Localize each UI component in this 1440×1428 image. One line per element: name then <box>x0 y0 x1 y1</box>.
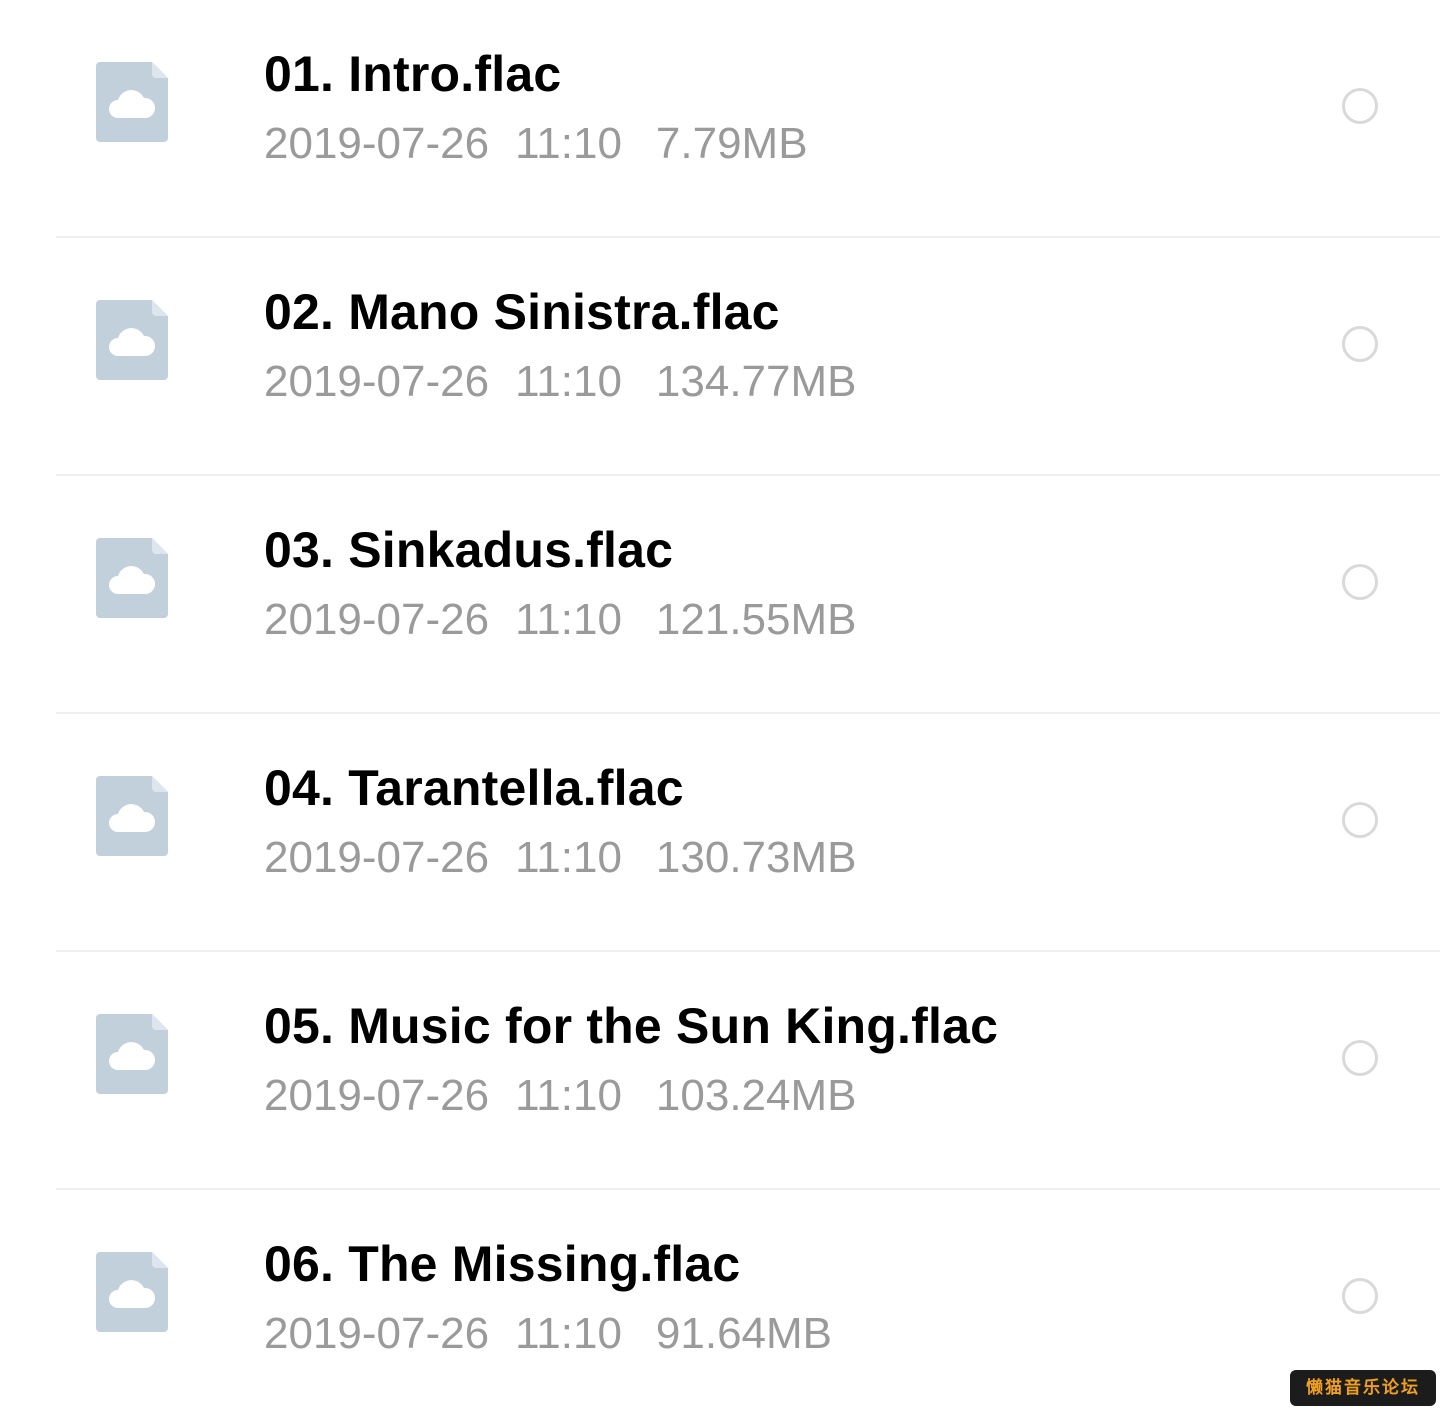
file-time: 11:10 <box>515 357 622 406</box>
file-name: 02. Mano Sinistra.flac <box>264 284 780 340</box>
file-size: 7.79MB <box>655 119 808 168</box>
file-row[interactable]: 04. Tarantella.flac 2019-07-26 11:10 130.7… <box>0 714 1440 952</box>
file-meta: 2019-07-26 11:10 121.55MB <box>264 592 857 648</box>
file-date: 2019-07-26 <box>264 357 490 406</box>
select-radio[interactable] <box>1342 1278 1378 1314</box>
cloud-file-icon <box>96 538 168 618</box>
file-size: 103.24MB <box>655 1071 857 1120</box>
file-row[interactable]: 06. The Missing.flac 2019-07-26 11:10 91.6… <box>0 1190 1440 1428</box>
file-size: 121.55MB <box>655 595 857 644</box>
file-date: 2019-07-26 <box>264 1071 490 1120</box>
file-time: 11:10 <box>515 595 622 644</box>
file-row[interactable]: 05. Music for the Sun King.flac 2019-07-… <box>0 952 1440 1190</box>
cloud-file-icon <box>96 1252 168 1332</box>
file-row[interactable]: 03. Sinkadus.flac 2019-07-26 11:10 121.55M… <box>0 476 1440 714</box>
select-radio[interactable] <box>1342 326 1378 362</box>
file-date: 2019-07-26 <box>264 119 490 168</box>
file-time: 11:10 <box>515 1309 622 1358</box>
cloud-file-icon <box>96 776 168 856</box>
file-time: 11:10 <box>515 833 622 882</box>
select-radio[interactable] <box>1342 564 1378 600</box>
file-name: 05. Music for the Sun King.flac <box>264 998 999 1054</box>
select-radio[interactable] <box>1342 802 1378 838</box>
file-name: 03. Sinkadus.flac <box>264 522 674 578</box>
file-meta: 2019-07-26 11:10 130.73MB <box>264 830 857 886</box>
file-name: 04. Tarantella.flac <box>264 760 684 816</box>
file-meta: 2019-07-26 11:10 103.24MB <box>264 1068 857 1124</box>
file-row[interactable]: 01. Intro.flac 2019-07-26 11:10 7.79MB <box>0 0 1440 238</box>
file-name: 06. The Missing.flac <box>264 1236 741 1292</box>
watermark-logo: 懒猫音乐论坛 <box>1290 1370 1436 1406</box>
file-date: 2019-07-26 <box>264 1309 490 1358</box>
file-meta: 2019-07-26 11:10 134.77MB <box>264 354 857 410</box>
file-size: 130.73MB <box>655 833 857 882</box>
file-size: 134.77MB <box>655 357 857 406</box>
select-radio[interactable] <box>1342 1040 1378 1076</box>
file-time: 11:10 <box>515 1071 622 1120</box>
file-list: 01. Intro.flac 2019-07-26 11:10 7.79MB 02.… <box>0 0 1440 1428</box>
file-size: 91.64MB <box>655 1309 833 1358</box>
cloud-file-icon <box>96 1014 168 1094</box>
cloud-file-icon <box>96 62 168 142</box>
cloud-file-icon <box>96 300 168 380</box>
file-name: 01. Intro.flac <box>264 46 562 102</box>
select-radio[interactable] <box>1342 88 1378 124</box>
file-row[interactable]: 02. Mano Sinistra.flac 2019-07-26 11:10 13… <box>0 238 1440 476</box>
file-date: 2019-07-26 <box>264 595 490 644</box>
file-time: 11:10 <box>515 119 622 168</box>
file-meta: 2019-07-26 11:10 7.79MB <box>264 116 808 172</box>
file-meta: 2019-07-26 11:10 91.64MB <box>264 1306 832 1362</box>
file-date: 2019-07-26 <box>264 833 490 882</box>
